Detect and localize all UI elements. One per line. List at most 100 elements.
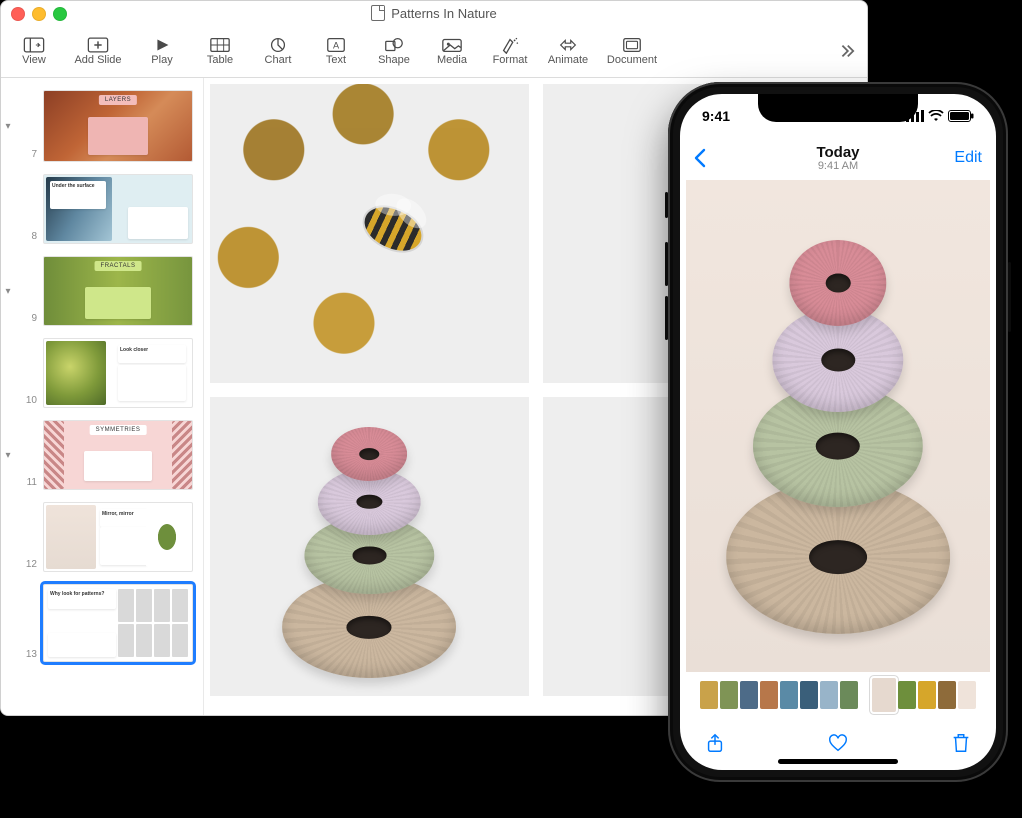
favorite-button[interactable]: [827, 732, 849, 754]
chart-icon: [267, 36, 289, 54]
shape-icon: [383, 36, 405, 54]
toolbar-play-label: Play: [151, 54, 172, 66]
notch: [758, 94, 918, 122]
toolbar-add-slide-label: Add Slide: [74, 54, 121, 66]
toolbar-format-button[interactable]: Format: [483, 27, 537, 75]
power-button: [1008, 262, 1011, 332]
window-controls: [11, 7, 67, 21]
photo-viewer[interactable]: [686, 180, 990, 672]
slide-thumb-11[interactable]: ▾ 11 SYMMETRIES: [1, 414, 199, 496]
wifi-icon: [928, 110, 944, 122]
slide-number: 8: [21, 231, 37, 244]
window-title-text: Patterns In Nature: [391, 6, 497, 21]
volume-up-button: [665, 242, 668, 286]
toolbar-media-label: Media: [437, 54, 467, 66]
slide-badge: SYMMETRIES: [90, 425, 147, 435]
scrubber-thumb[interactable]: [780, 681, 798, 709]
scrubber-thumb[interactable]: [820, 681, 838, 709]
navbar-title: Today: [680, 144, 996, 161]
scrubber-thumb[interactable]: [740, 681, 758, 709]
toolbar-add-slide-button[interactable]: Add Slide: [65, 27, 131, 75]
chevron-down-icon[interactable]: ▾: [1, 286, 15, 297]
toolbar-animate-button[interactable]: Animate: [541, 27, 595, 75]
slide-thumb-7[interactable]: ▾ 7 LAYERS: [1, 84, 199, 168]
edit-button[interactable]: Edit: [954, 149, 982, 167]
chevron-down-icon[interactable]: ▾: [1, 121, 15, 132]
toolbar-format-label: Format: [493, 54, 528, 66]
chevron-down-icon[interactable]: ▾: [1, 450, 15, 461]
fullscreen-window-button[interactable]: [53, 7, 67, 21]
home-indicator[interactable]: [778, 759, 898, 764]
scrubber-thumb[interactable]: [958, 681, 976, 709]
slide-number: 11: [21, 477, 37, 490]
toolbar-table-button[interactable]: Table: [193, 27, 247, 75]
slide-navigator[interactable]: ▾ 7 LAYERS 8 Under the surface: [1, 78, 204, 716]
volume-down-button: [665, 296, 668, 340]
slide-title: Under the surface: [52, 183, 104, 189]
scrubber-thumb[interactable]: [700, 681, 718, 709]
navbar-subtitle: 9:41 AM: [680, 160, 996, 172]
iphone-device: 9:41 Today: [668, 82, 1008, 782]
toolbar-view-button[interactable]: View: [7, 27, 61, 75]
scrubber-thumb[interactable]: [938, 681, 956, 709]
slide-number: 10: [21, 395, 37, 408]
slide-thumb-8[interactable]: 8 Under the surface: [1, 168, 199, 250]
slide-thumb-13[interactable]: 13 Why look for patterns?: [1, 578, 199, 668]
toolbar-chart-button[interactable]: Chart: [251, 27, 305, 75]
toolbar-play-button[interactable]: Play: [135, 27, 189, 75]
toolbar-overflow-button[interactable]: [831, 27, 861, 75]
toolbar-shape-button[interactable]: Shape: [367, 27, 421, 75]
scrubber-thumb[interactable]: [800, 681, 818, 709]
minimize-window-button[interactable]: [32, 7, 46, 21]
toolbar-media-button[interactable]: Media: [425, 27, 479, 75]
scrubber-thumb[interactable]: [720, 681, 738, 709]
photo-scrubber[interactable]: [680, 674, 996, 716]
play-icon: [151, 36, 173, 54]
slide-badge: LAYERS: [99, 95, 137, 105]
toolbar-table-label: Table: [207, 54, 233, 66]
toolbar-chart-label: Chart: [265, 54, 292, 66]
slide-thumb-9[interactable]: ▾ 9 FRACTALS: [1, 250, 199, 332]
slide-number: 12: [21, 559, 37, 572]
slide-number: 9: [21, 313, 37, 326]
mute-switch: [665, 192, 668, 218]
toolbar: View Add Slide Play Table: [1, 25, 867, 78]
iphone-screen: 9:41 Today: [680, 94, 996, 770]
slide-title: Look closer: [120, 347, 184, 353]
toolbar-text-button[interactable]: A Text: [309, 27, 363, 75]
navbar-title-group: Today 9:41 AM: [680, 144, 996, 172]
format-icon: [499, 36, 521, 54]
svg-text:A: A: [333, 41, 340, 51]
document-icon: [371, 5, 385, 21]
share-button[interactable]: [704, 732, 726, 754]
close-window-button[interactable]: [11, 7, 25, 21]
toolbar-shape-label: Shape: [378, 54, 410, 66]
slide-title: Why look for patterns?: [50, 591, 114, 597]
view-icon: [23, 36, 45, 54]
toolbar-document-label: Document: [607, 54, 657, 66]
photos-navbar: Today 9:41 AM Edit: [680, 138, 996, 178]
scrubber-thumb[interactable]: [872, 678, 896, 712]
text-icon: A: [325, 36, 347, 54]
toolbar-animate-label: Animate: [548, 54, 588, 66]
scrubber-thumb[interactable]: [840, 681, 858, 709]
slide-thumb-12[interactable]: 12 Mirror, mirror: [1, 496, 199, 578]
status-time: 9:41: [702, 108, 730, 124]
toolbar-text-label: Text: [326, 54, 346, 66]
scrubber-thumb[interactable]: [918, 681, 936, 709]
add-slide-icon: [87, 36, 109, 54]
canvas-image-honeycomb[interactable]: [210, 84, 529, 383]
toolbar-document-button[interactable]: Document: [599, 27, 665, 75]
canvas-image-shell-stack[interactable]: [210, 397, 529, 696]
slide-thumb-10[interactable]: 10 Look closer: [1, 332, 199, 414]
titlebar[interactable]: Patterns In Nature: [1, 1, 867, 25]
table-icon: [209, 36, 231, 54]
trash-button[interactable]: [950, 732, 972, 754]
toolbar-view-label: View: [22, 54, 46, 66]
scrubber-thumb[interactable]: [760, 681, 778, 709]
scrubber-thumb[interactable]: [898, 681, 916, 709]
slide-number: 13: [21, 649, 37, 662]
media-icon: [441, 36, 463, 54]
bee-illustration: [358, 199, 428, 259]
animate-icon: [557, 36, 579, 54]
